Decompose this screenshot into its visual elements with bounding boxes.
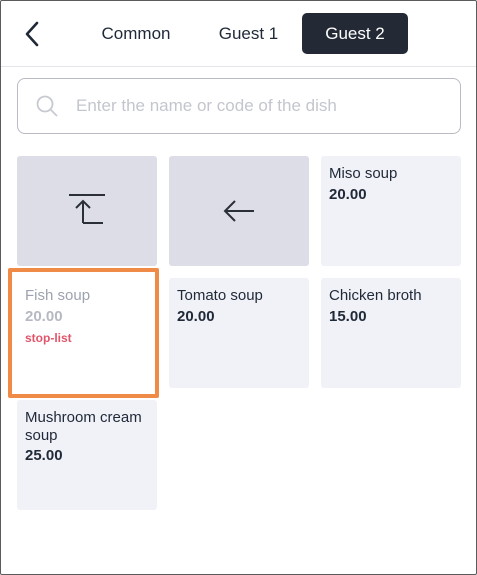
dish-price: 20.00 [177, 308, 215, 325]
dish-price: 20.00 [25, 308, 63, 325]
back-button[interactable] [18, 18, 46, 50]
previous-button[interactable] [169, 156, 309, 266]
stop-list-badge: stop-list [25, 331, 72, 345]
dish-name: Miso soup [329, 165, 398, 182]
arrow-left-icon [223, 200, 254, 222]
dish-tile[interactable]: Chicken broth 15.00 [321, 278, 461, 388]
up-level-button[interactable] [17, 156, 157, 266]
dish-tile-stopped[interactable]: Fish soup 20.00 stop-list [17, 278, 157, 388]
dish-tile[interactable]: Miso soup 20.00 [321, 156, 461, 266]
dish-search-box[interactable] [17, 78, 461, 134]
dish-price: 20.00 [329, 186, 367, 203]
tab-guest-1[interactable]: Guest 1 [206, 13, 291, 54]
dish-tile[interactable]: Tomato soup 20.00 [169, 278, 309, 388]
header-divider [0, 66, 477, 67]
dish-search-input[interactable] [76, 89, 446, 123]
tab-guest-2[interactable]: Guest 2 [302, 13, 408, 54]
dish-name: Tomato soup [177, 287, 263, 304]
dish-name: Fish soup [25, 287, 91, 304]
search-icon [36, 95, 58, 117]
header: Common Guest 1 Guest 2 [0, 0, 477, 66]
tab-common[interactable]: Common [86, 13, 186, 54]
chevron-left-icon [25, 21, 39, 47]
dish-price: 15.00 [329, 308, 367, 325]
dish-price: 25.00 [25, 447, 63, 464]
arrow-up-to-top-icon [69, 194, 105, 224]
dish-name: Chicken broth [329, 287, 422, 304]
dish-name: Mushroom cream soup [25, 409, 142, 444]
dish-tile[interactable]: Mushroom cream soup 25.00 [17, 400, 157, 510]
